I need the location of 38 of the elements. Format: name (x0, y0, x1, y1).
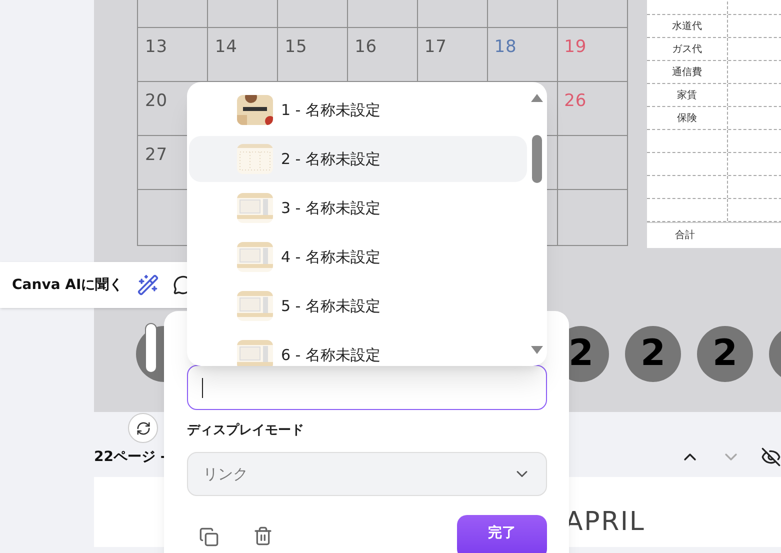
ask-ai-button[interactable]: Canva AIに聞く (12, 274, 124, 296)
expense-label: 保険 (677, 112, 697, 126)
calendar-day: 27 (145, 145, 168, 165)
calendar-day: 16 (354, 37, 378, 57)
expense-label: ガス代 (672, 42, 702, 56)
magic-pencil-icon[interactable] (137, 274, 160, 296)
copy-icon[interactable] (199, 527, 219, 547)
page-option[interactable]: 3 - 名称未設定 (189, 185, 527, 231)
scroll-up-icon[interactable] (531, 94, 543, 102)
hide-icon[interactable] (761, 447, 781, 467)
page-option[interactable]: 4 - 名称未設定 (189, 234, 527, 280)
rotate-button[interactable] (128, 413, 158, 443)
calendar-day: 17 (424, 37, 447, 57)
page-option[interactable]: 2 - 名称未設定 (189, 136, 527, 182)
trash-icon[interactable] (253, 526, 273, 546)
calendar-day: 20 (145, 91, 168, 111)
selection-handle[interactable] (145, 323, 157, 373)
page-option[interactable]: 6 - 名称未設定 (189, 332, 527, 366)
page-option[interactable]: 1 - 名称未設定 (189, 87, 527, 133)
calendar-day: 19 (564, 37, 587, 57)
expense-label: 通信費 (672, 66, 702, 80)
display-mode-label: ディスプレイモード (187, 422, 304, 440)
page-option[interactable]: 5 - 名称未設定 (189, 283, 527, 329)
calendar-day: 15 (284, 37, 308, 57)
page-title: APRIL (565, 506, 646, 539)
expense-label: 家賃 (677, 88, 697, 102)
calendar-day: 13 (145, 37, 168, 57)
display-mode-select[interactable]: リンク (187, 452, 547, 496)
scrollbar-thumb[interactable] (532, 135, 542, 183)
calendar-day: 14 (214, 37, 238, 57)
link-input[interactable] (187, 365, 547, 410)
scroll-down-icon[interactable] (531, 346, 543, 354)
rotate-icon (136, 420, 150, 436)
calendar-day: 26 (564, 91, 587, 111)
expense-label: 水道代 (672, 20, 702, 34)
done-button[interactable]: 完了 (457, 515, 547, 553)
total-label: 合計 (675, 228, 695, 243)
calendar-day: 18 (494, 37, 517, 57)
